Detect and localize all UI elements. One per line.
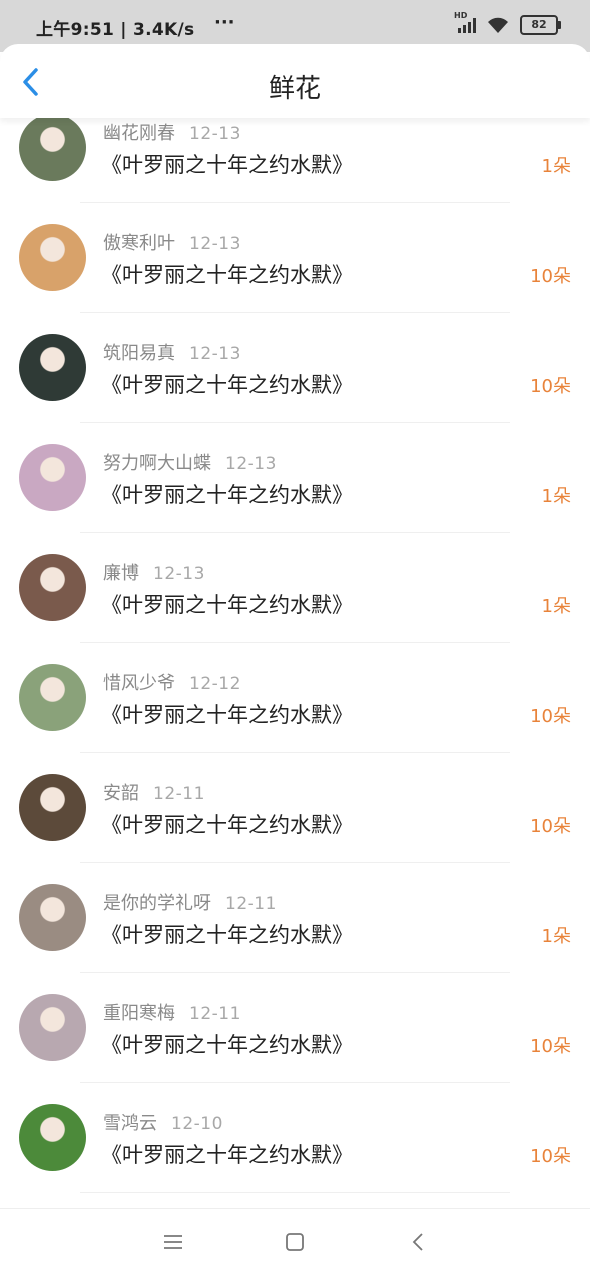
list-item[interactable]: 幽花刚春 12-13 《叶罗丽之十年之约水默》 1朵 xyxy=(0,110,590,220)
status-icons: HD 82 xyxy=(454,11,561,35)
divider xyxy=(80,532,510,533)
home-square-icon xyxy=(286,1233,304,1251)
gift-date: 12-13 xyxy=(225,454,277,474)
list-item[interactable]: 安韶 12-11 《叶罗丽之十年之约水默》 10朵 xyxy=(0,770,590,880)
gift-date: 12-13 xyxy=(153,564,205,584)
book-title[interactable]: 《叶罗丽之十年之约水默》 xyxy=(101,1139,353,1169)
user-name[interactable]: 努力啊大山蝶 12-13 xyxy=(103,449,277,475)
avatar[interactable] xyxy=(19,114,86,181)
gift-date: 12-13 xyxy=(189,234,241,254)
user-name[interactable]: 筑阳易真 12-13 xyxy=(103,339,241,365)
user-name[interactable]: 雪鸿云 12-10 xyxy=(103,1109,223,1135)
battery-icon: 82 xyxy=(520,15,561,35)
user-name[interactable]: 安韶 12-11 xyxy=(103,779,205,805)
avatar[interactable] xyxy=(19,664,86,731)
user-name-text: 惜风少爷 xyxy=(103,673,175,694)
list-item[interactable]: 努力啊大山蝶 12-13 《叶罗丽之十年之约水默》 1朵 xyxy=(0,440,590,550)
user-name[interactable]: 傲寒利叶 12-13 xyxy=(103,229,241,255)
user-name[interactable]: 幽花刚春 12-13 xyxy=(103,119,241,145)
user-name-text: 安韶 xyxy=(103,783,139,804)
list-item[interactable]: 傲寒利叶 12-13 《叶罗丽之十年之约水默》 10朵 xyxy=(0,220,590,330)
status-time: 上午9:51 | 3.4K/s xyxy=(36,20,195,40)
user-name-text: 傲寒利叶 xyxy=(103,233,175,254)
page-title: 鲜花 xyxy=(268,74,321,104)
book-title[interactable]: 《叶罗丽之十年之约水默》 xyxy=(101,259,353,289)
signal-icon: HD xyxy=(454,11,476,33)
user-name-text: 幽花刚春 xyxy=(103,123,175,144)
book-title[interactable]: 《叶罗丽之十年之约水默》 xyxy=(101,809,353,839)
avatar[interactable] xyxy=(19,994,86,1061)
list-item[interactable]: 重阳寒梅 12-11 《叶罗丽之十年之约水默》 10朵 xyxy=(0,990,590,1100)
user-name-text: 筑阳易真 xyxy=(103,343,175,364)
system-back-button[interactable] xyxy=(410,1233,426,1255)
flower-count: 1朵 xyxy=(541,926,571,947)
avatar[interactable] xyxy=(19,884,86,951)
flower-count: 1朵 xyxy=(541,596,571,617)
flower-count: 10朵 xyxy=(530,816,571,837)
user-name[interactable]: 是你的学礼呀 12-11 xyxy=(103,889,277,915)
book-title[interactable]: 《叶罗丽之十年之约水默》 xyxy=(101,589,353,619)
user-name-text: 是你的学礼呀 xyxy=(103,893,211,914)
list-item[interactable]: 筑阳易真 12-13 《叶罗丽之十年之约水默》 10朵 xyxy=(0,330,590,440)
divider xyxy=(80,312,510,313)
book-title[interactable]: 《叶罗丽之十年之约水默》 xyxy=(101,699,353,729)
gift-date: 12-13 xyxy=(189,344,241,364)
list-item[interactable]: 惜风少爷 12-12 《叶罗丽之十年之约水默》 10朵 xyxy=(0,660,590,770)
book-title[interactable]: 《叶罗丽之十年之约水默》 xyxy=(101,919,353,949)
flower-count: 10朵 xyxy=(530,1036,571,1057)
flower-count: 1朵 xyxy=(541,486,571,507)
user-name-text: 雪鸿云 xyxy=(103,1113,157,1134)
user-name-text: 廉博 xyxy=(103,563,139,584)
gift-date: 12-13 xyxy=(189,124,241,144)
avatar[interactable] xyxy=(19,444,86,511)
gift-date: 12-11 xyxy=(225,894,277,914)
gift-date: 12-10 xyxy=(171,1114,223,1134)
avatar[interactable] xyxy=(19,554,86,621)
avatar[interactable] xyxy=(19,774,86,841)
user-name-text: 努力啊大山蝶 xyxy=(103,453,211,474)
nav-header: 鲜花 xyxy=(0,44,590,118)
menu-icon xyxy=(164,1235,182,1249)
flower-count: 10朵 xyxy=(530,706,571,727)
divider xyxy=(80,642,510,643)
divider xyxy=(80,1192,510,1193)
divider xyxy=(80,752,510,753)
user-name[interactable]: 重阳寒梅 12-11 xyxy=(103,999,241,1025)
chevron-left-icon xyxy=(412,1233,423,1251)
gift-date: 12-12 xyxy=(189,674,241,694)
flower-count: 10朵 xyxy=(530,376,571,397)
divider xyxy=(80,972,510,973)
user-name-text: 重阳寒梅 xyxy=(103,1003,175,1024)
divider xyxy=(80,202,510,203)
avatar[interactable] xyxy=(19,334,86,401)
divider xyxy=(80,862,510,863)
list-item[interactable]: 是你的学礼呀 12-11 《叶罗丽之十年之约水默》 1朵 xyxy=(0,880,590,990)
gift-date: 12-11 xyxy=(189,1004,241,1024)
book-title[interactable]: 《叶罗丽之十年之约水默》 xyxy=(101,1029,353,1059)
menu-button[interactable] xyxy=(163,1233,183,1255)
more-dots-icon: ··· xyxy=(214,12,235,33)
list-item[interactable]: 雪鸿云 12-10 《叶罗丽之十年之约水默》 10朵 xyxy=(0,1100,590,1210)
book-title[interactable]: 《叶罗丽之十年之约水默》 xyxy=(101,149,353,179)
wifi-icon xyxy=(486,16,510,34)
divider xyxy=(80,1082,510,1083)
flower-count: 10朵 xyxy=(530,1146,571,1167)
home-button[interactable] xyxy=(285,1233,305,1255)
book-title[interactable]: 《叶罗丽之十年之约水默》 xyxy=(101,369,353,399)
user-name[interactable]: 惜风少爷 12-12 xyxy=(103,669,241,695)
gift-date: 12-11 xyxy=(153,784,205,804)
user-name[interactable]: 廉博 12-13 xyxy=(103,559,205,585)
flower-count: 1朵 xyxy=(541,156,571,177)
book-title[interactable]: 《叶罗丽之十年之约水默》 xyxy=(101,479,353,509)
flower-count: 10朵 xyxy=(530,266,571,287)
avatar[interactable] xyxy=(19,224,86,291)
list-item[interactable]: 廉博 12-13 《叶罗丽之十年之约水默》 1朵 xyxy=(0,550,590,660)
system-nav-bar xyxy=(0,1208,590,1281)
divider xyxy=(80,422,510,423)
avatar[interactable] xyxy=(19,1104,86,1171)
